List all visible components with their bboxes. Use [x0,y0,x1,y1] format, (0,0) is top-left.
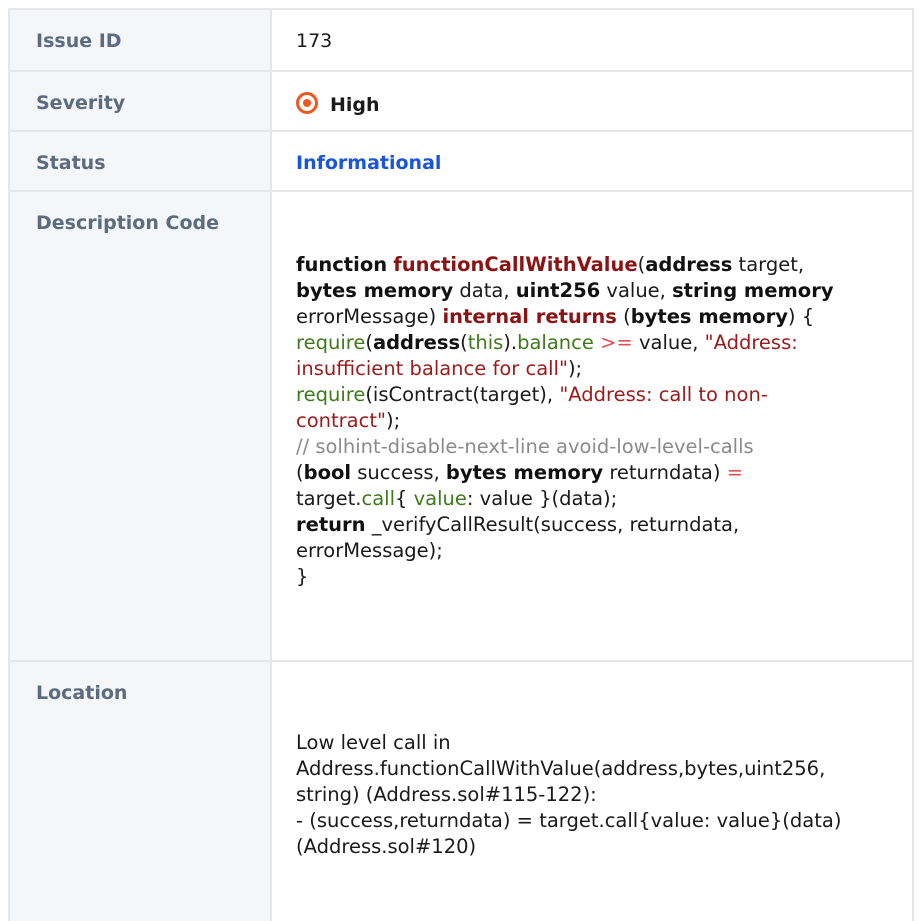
code-operator: = [726,461,744,484]
code-line: bytes memory data, uint256 value, string… [296,278,904,304]
code-line: } [296,565,309,588]
code-builtin: require [296,383,366,406]
code-keyword: return [296,513,366,536]
location-text: Low level call in Address.functionCallWi… [296,730,912,860]
location-line: Low level call in [296,731,451,754]
location-cell: Low level call in Address.functionCallWi… [270,660,914,921]
issue-id-label: Issue ID [8,8,272,72]
code-string: contract" [296,409,386,432]
severity-label: Severity [8,70,272,132]
description-code-cell: function functionCallWithValue(address t… [270,190,914,662]
code-comment: // solhint-disable-next-line avoid-low-l… [296,435,754,458]
location-line: (Address.sol#120) [296,835,477,858]
code-token: (isContract(target), [365,383,560,406]
code-line: errorMessage); [296,539,443,562]
code-line: insufficient balance for call"); [296,356,904,382]
issue-id-value: 173 [270,8,914,72]
code-token: value, [600,279,673,302]
code-line: (bool success, bytes memory returndata) … [296,460,904,486]
code-operator: >= [600,331,633,354]
code-line: return _verifyCallResult(success, return… [296,512,904,538]
code-line: target.call{ value: value }(data); [296,486,904,512]
code-keyword: internal returns [442,305,617,328]
location-label: Location [8,660,272,921]
code-line: errorMessage) internal returns (bytes me… [296,304,904,330]
code-token: ( [296,461,304,484]
code-token: returndata) [603,461,727,484]
severity-row: Severity High [8,70,914,132]
description-label: Description Code [8,190,272,662]
severity-value-cell: High [270,70,914,132]
code-token: ) { [787,305,815,328]
code-string: "Address: [704,331,798,354]
code-keyword: address [645,253,733,276]
code-function-name: functionCallWithValue [393,253,638,276]
code-token: ); [385,409,401,432]
issue-detail-panel: Issue ID 173 Severity High Status Inform… [0,0,922,921]
location-row: Location Low level call in Address.funct… [8,660,914,921]
code-keyword: bytes memory [630,305,788,328]
status-row: Status Informational [8,130,914,192]
location-line: string) (Address.sol#115-122): [296,783,597,806]
code-builtin: call [361,487,396,510]
status-value: Informational [296,152,442,174]
code-token: ( [460,331,468,354]
code-builtin: value [413,487,467,510]
code-token: ). [503,331,518,354]
code-builtin: this [467,331,504,354]
code-string: insufficient balance for call" [296,357,568,380]
code-token: target. [296,487,362,510]
code-token: value, [632,331,705,354]
code-keyword: bool [303,461,352,484]
location-line: - (success,returndata) = target.call{val… [296,809,842,832]
description-row: Description Code function functionCallWi… [8,190,914,662]
code-keyword: string memory [672,279,834,302]
code-keyword: uint256 [515,279,601,302]
code-token: ); [567,357,583,380]
severity-value: High [330,94,380,116]
code-line: function functionCallWithValue(address t… [296,252,904,278]
code-keyword: function [296,253,388,276]
code-line: require(isContract(target), "Address: ca… [296,382,904,408]
code-builtin: balance [517,331,594,354]
code-token: data, [453,279,516,302]
code-token: success, [351,461,446,484]
status-value-cell: Informational [270,130,914,192]
issue-table: Issue ID 173 Severity High Status Inform… [8,8,914,921]
issue-id-row: Issue ID 173 [8,8,914,72]
code-block: function functionCallWithValue(address t… [296,252,912,590]
code-string: "Address: call to non- [559,383,768,406]
code-line: require(address(this).balance >= value, … [296,330,904,356]
code-keyword: bytes memory [296,279,454,302]
location-line: Address.functionCallWithValue(address,by… [296,757,826,780]
code-line: contract"); [296,408,904,434]
code-token: ( [616,305,631,328]
code-token: target, [732,253,805,276]
code-token: { [395,487,414,510]
code-token: : value }(data); [466,487,618,510]
code-keyword: bytes memory [445,461,604,484]
code-token: errorMessage) [296,305,443,328]
target-icon [296,92,318,114]
status-label: Status [8,130,272,192]
code-token: _verifyCallResult(success, returndata, [365,513,740,536]
code-keyword: address [372,331,461,354]
code-token: ( [365,331,373,354]
code-builtin: require [296,331,366,354]
